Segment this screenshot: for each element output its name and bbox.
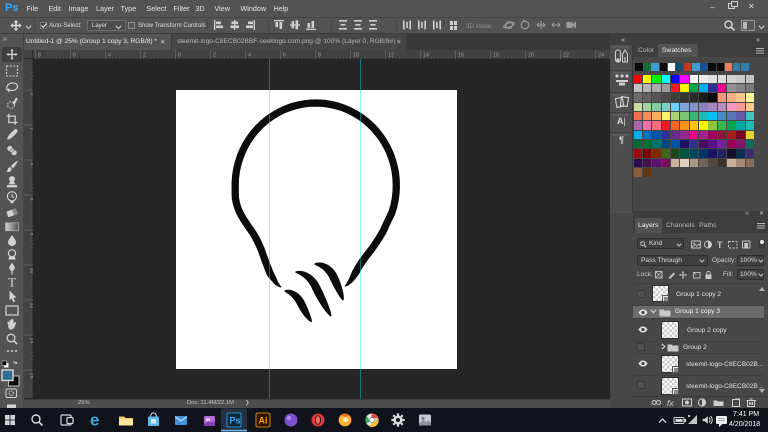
svg-text:2: 2	[29, 128, 34, 131]
svg-text:4: 4	[29, 163, 34, 166]
svg-text:10: 10	[353, 53, 359, 59]
svg-text:14: 14	[29, 338, 34, 344]
svg-text:12: 12	[29, 303, 34, 309]
svg-text:4: 4	[248, 53, 251, 59]
svg-text:Ps: Ps	[230, 416, 241, 426]
svg-text:6: 6	[29, 198, 34, 201]
svg-text:10: 10	[29, 268, 34, 274]
svg-text:2: 2	[143, 53, 146, 59]
svg-text:6: 6	[73, 53, 76, 59]
svg-text:0: 0	[178, 53, 181, 59]
svg-text:22: 22	[563, 53, 569, 59]
svg-text:14: 14	[423, 53, 429, 59]
svg-text:8: 8	[318, 53, 321, 59]
svg-text:24: 24	[598, 53, 604, 59]
svg-text:e: e	[90, 411, 99, 430]
svg-text:fx: fx	[667, 398, 674, 407]
svg-text:12: 12	[388, 53, 394, 59]
svg-text:8: 8	[38, 53, 41, 59]
svg-text:8: 8	[29, 233, 34, 236]
svg-text:16: 16	[458, 53, 464, 59]
svg-text:20: 20	[528, 53, 534, 59]
svg-text:Ai: Ai	[259, 416, 268, 426]
svg-text:0: 0	[29, 93, 34, 96]
svg-text:4: 4	[108, 53, 111, 59]
svg-text:T: T	[8, 275, 16, 290]
svg-text:6: 6	[283, 53, 286, 59]
svg-text:16: 16	[29, 373, 34, 379]
svg-text:18: 18	[493, 53, 499, 59]
svg-text:T: T	[717, 240, 723, 249]
svg-text:2: 2	[213, 53, 216, 59]
